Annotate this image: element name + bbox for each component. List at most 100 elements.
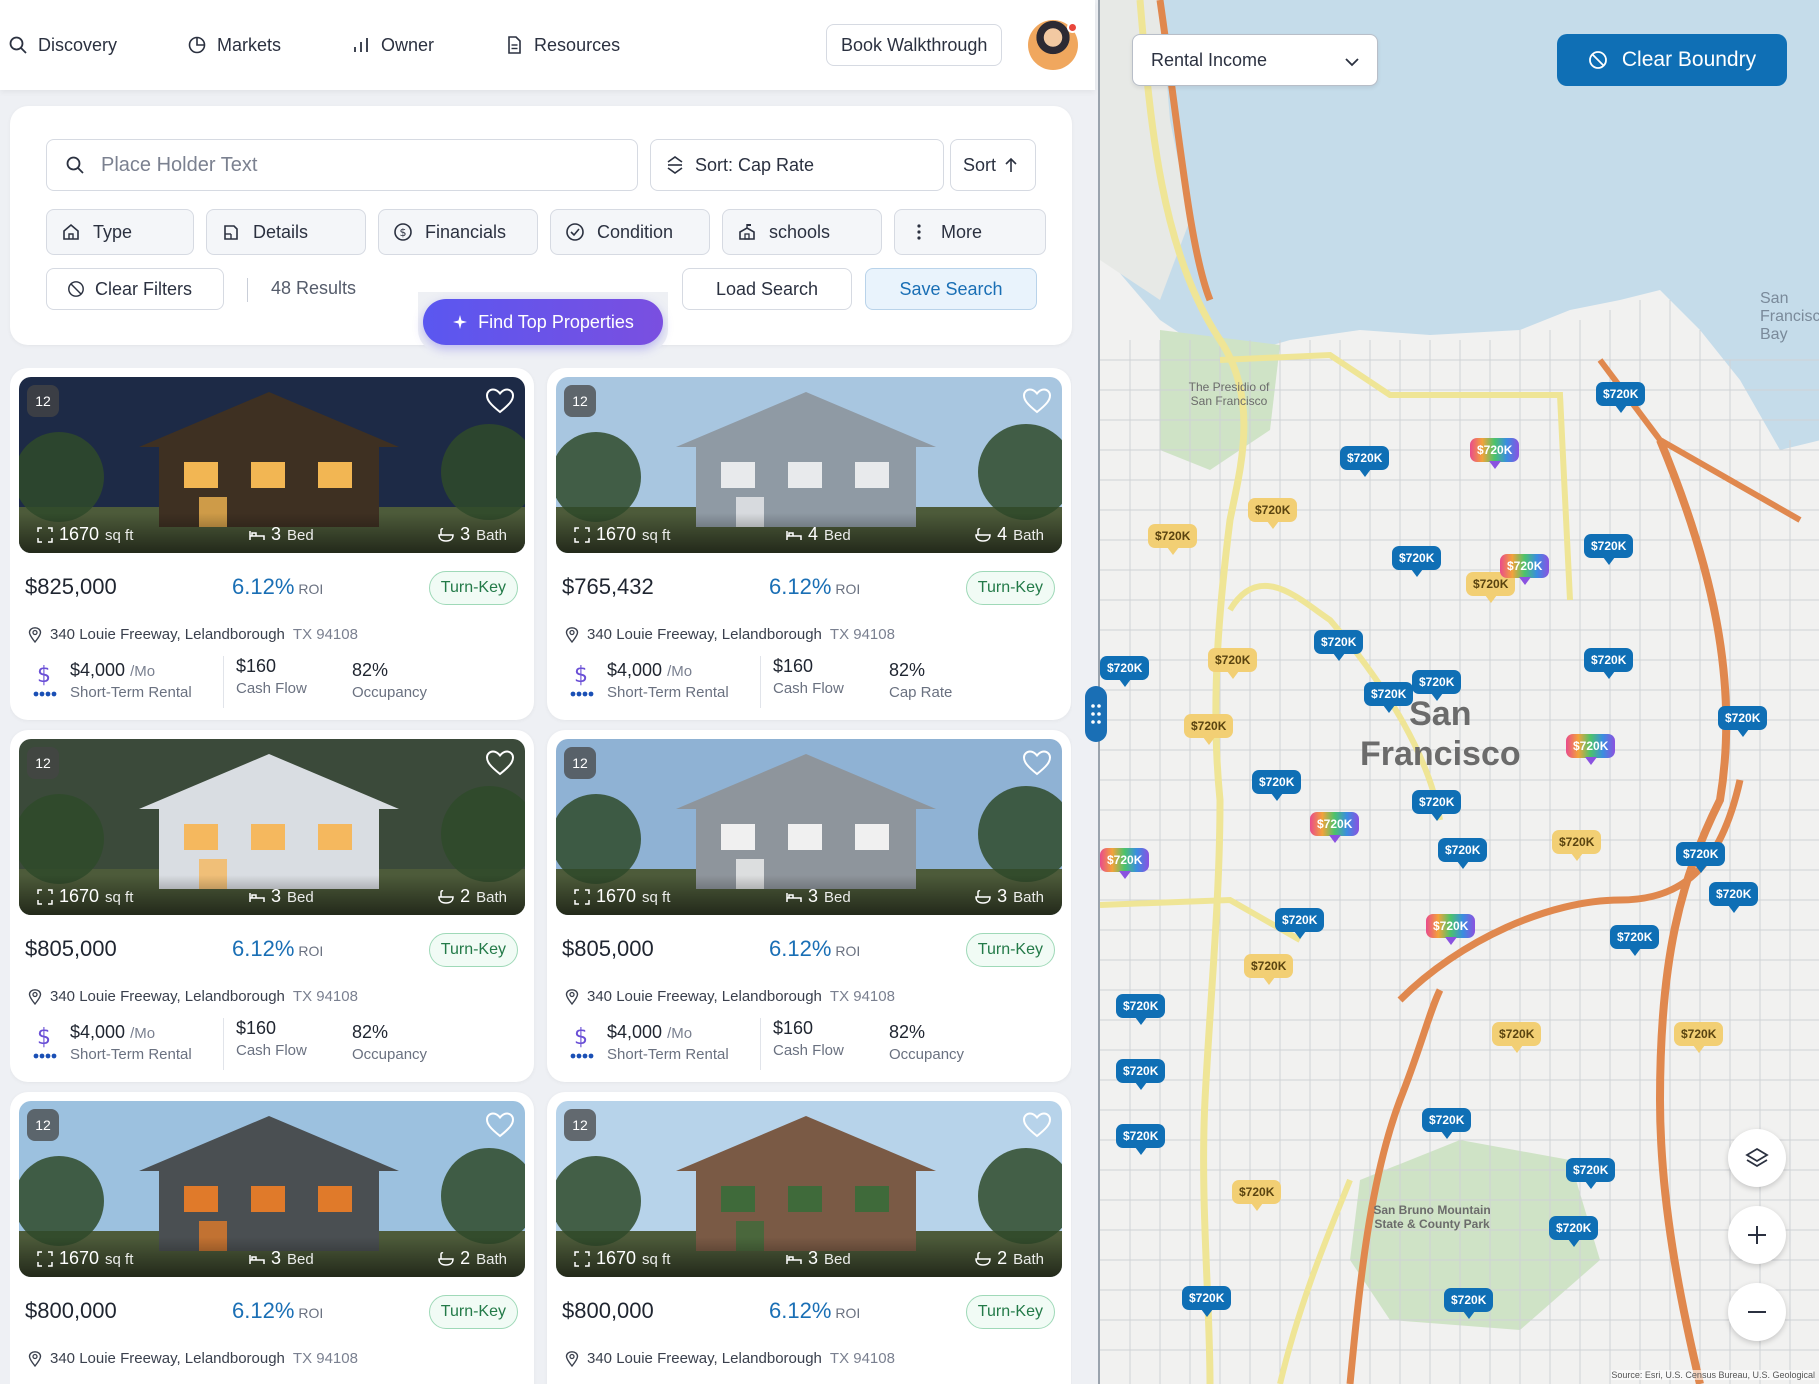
property-photo[interactable]: 12 1670 sq ft 3 Bed 2 Bath (19, 739, 525, 915)
property-card[interactable]: 12 1670 sq ft 3 Bed 3 Bath $825,000 6.12% RO… (10, 368, 534, 720)
cash-flow: $160 Cash Flow (223, 656, 307, 708)
book-walkthrough-button[interactable]: Book Walkthrough (826, 24, 1003, 66)
price-pin[interactable]: $720K (1116, 1059, 1166, 1090)
price-pin[interactable]: $720K (1314, 630, 1364, 661)
heart-icon[interactable] (485, 1111, 515, 1139)
rental-income-icon: $ (33, 663, 57, 697)
filter-more[interactable]: More (894, 209, 1046, 255)
search-input[interactable] (101, 153, 581, 177)
layers-button[interactable] (1728, 1129, 1786, 1187)
zoom-out-button[interactable] (1728, 1283, 1786, 1341)
property-card[interactable]: 12 1670 sq ft 3 Bed 2 Bath $805,000 6.12% RO… (10, 730, 534, 1082)
price-pin[interactable]: $720K (1549, 1216, 1599, 1247)
property-card[interactable]: 12 1670 sq ft 4 Bed 4 Bath $765,432 6.12% RO… (547, 368, 1071, 720)
property-card[interactable]: 12 1670 sq ft 3 Bed 3 Bath $805,000 6.12% RO… (547, 730, 1071, 1082)
price-pin[interactable]: $720K (1244, 954, 1294, 985)
bed-stat: 3 Bed (249, 524, 314, 545)
property-photo[interactable]: 12 1670 sq ft 3 Bed 3 Bath (19, 377, 525, 553)
layer-select[interactable]: Rental Income (1132, 34, 1378, 86)
map-base[interactable] (1100, 0, 1819, 1384)
price-pin[interactable]: $720K (1500, 554, 1550, 585)
sort-arrows-icon (667, 156, 683, 174)
price-pin[interactable]: $720K (1470, 438, 1520, 469)
sort-select[interactable]: Sort: Cap Rate (650, 139, 944, 191)
price-pin[interactable]: $720K (1392, 546, 1442, 577)
nav-item-discovery[interactable]: Discovery (8, 35, 117, 56)
nav-item-owner[interactable]: Owner (351, 35, 434, 56)
price-pin[interactable]: $720K (1184, 714, 1234, 745)
price-pin[interactable]: $720K (1100, 656, 1150, 687)
filter-type[interactable]: Type (46, 209, 194, 255)
dollar-circle-icon: $ (394, 223, 412, 241)
property-photo[interactable]: 12 1670 sq ft 3 Bed 2 Bath (556, 1101, 1062, 1277)
price-pin[interactable]: $720K (1182, 1286, 1232, 1317)
zoom-in-button[interactable] (1728, 1206, 1786, 1264)
price-pin[interactable]: $720K (1444, 1288, 1494, 1319)
price-pin[interactable]: $720K (1674, 1022, 1724, 1053)
price-pin[interactable]: $720K (1438, 838, 1488, 869)
nav-item-resources[interactable]: Resources (504, 35, 620, 56)
price-pin[interactable]: $720K (1232, 1180, 1282, 1211)
nav-item-markets[interactable]: Markets (187, 35, 281, 56)
price-pin[interactable]: $720K (1552, 830, 1602, 861)
map-panel[interactable]: The Presidio of San Francisco San Bruno … (1098, 0, 1819, 1384)
price-pin[interactable]: $720K (1492, 1022, 1542, 1053)
property-photo[interactable]: 12 1670 sq ft 3 Bed 2 Bath (19, 1101, 525, 1277)
svg-text:$: $ (400, 226, 407, 239)
price-pin[interactable]: $720K (1412, 670, 1462, 701)
location-pin-icon (565, 1350, 579, 1367)
filter-label: More (941, 221, 983, 242)
price-pin[interactable]: $720K (1709, 882, 1759, 913)
price-pin[interactable]: $720K (1340, 446, 1390, 477)
price-pin[interactable]: $720K (1584, 534, 1634, 565)
price-pin[interactable]: $720K (1116, 1124, 1166, 1155)
sort-direction-button[interactable]: Sort (950, 139, 1036, 191)
price-pin[interactable]: $720K (1718, 706, 1768, 737)
clear-boundary-button[interactable]: Clear Boundry (1557, 34, 1787, 86)
price-pin[interactable]: $720K (1252, 770, 1302, 801)
price-pin[interactable]: $720K (1584, 648, 1634, 679)
price-pin[interactable]: $720K (1208, 648, 1258, 679)
price-pin[interactable]: $720K (1116, 994, 1166, 1025)
save-search-button[interactable]: Save Search (865, 268, 1037, 310)
heart-icon[interactable] (485, 749, 515, 777)
clear-filters-button[interactable]: Clear Filters (46, 268, 224, 310)
resize-handle[interactable] (1085, 686, 1107, 742)
heart-icon[interactable] (485, 387, 515, 415)
price-pin[interactable]: $720K (1412, 790, 1462, 821)
price-pin[interactable]: $720K (1422, 1108, 1472, 1139)
sqft-stat: 1670 sq ft (574, 1248, 670, 1269)
avatar[interactable] (1028, 20, 1078, 70)
heart-icon[interactable] (1022, 387, 1052, 415)
price-pin[interactable]: $720K (1310, 812, 1360, 843)
filter-details[interactable]: Details (206, 209, 366, 255)
property-photo[interactable]: 12 1670 sq ft 4 Bed 4 Bath (556, 377, 1062, 553)
search-box[interactable] (46, 139, 638, 191)
heart-icon[interactable] (1022, 1111, 1052, 1139)
price-pin[interactable]: $720K (1676, 842, 1726, 873)
price-pin[interactable]: $720K (1610, 925, 1660, 956)
load-search-button[interactable]: Load Search (682, 268, 852, 310)
price-pin[interactable]: $720K (1426, 914, 1476, 945)
price-pin[interactable]: $720K (1566, 734, 1616, 765)
address-street: 340 Louie Freeway, Lelandborough (587, 626, 822, 643)
price-pin[interactable]: $720K (1248, 498, 1298, 529)
heart-icon[interactable] (1022, 749, 1052, 777)
price-pin[interactable]: $720K (1596, 382, 1646, 413)
property-photo[interactable]: 12 1670 sq ft 3 Bed 3 Bath (556, 739, 1062, 915)
filter-condition[interactable]: Condition (550, 209, 710, 255)
find-top-properties-button[interactable]: Find Top Properties (423, 299, 663, 345)
property-card[interactable]: 12 1670 sq ft 3 Bed 2 Bath $800,000 6.12% RO… (10, 1092, 534, 1384)
ban-icon (1588, 51, 1607, 69)
income-label: Short-Term Rental (607, 1046, 729, 1063)
property-card[interactable]: 12 1670 sq ft 3 Bed 2 Bath $800,000 6.12% RO… (547, 1092, 1071, 1384)
filter-schools[interactable]: schools (722, 209, 882, 255)
filter-financials[interactable]: $ Financials (378, 209, 538, 255)
price-pin[interactable]: $720K (1100, 848, 1150, 879)
price-pin[interactable]: $720K (1275, 908, 1325, 939)
property-stats-bar: 1670 sq ft 3 Bed 2 Bath (19, 875, 525, 915)
price-pin[interactable]: $720K (1566, 1158, 1616, 1189)
location-pin-icon (28, 626, 42, 643)
price-pin[interactable]: $720K (1148, 524, 1198, 555)
price-pin[interactable]: $720K (1364, 682, 1414, 713)
